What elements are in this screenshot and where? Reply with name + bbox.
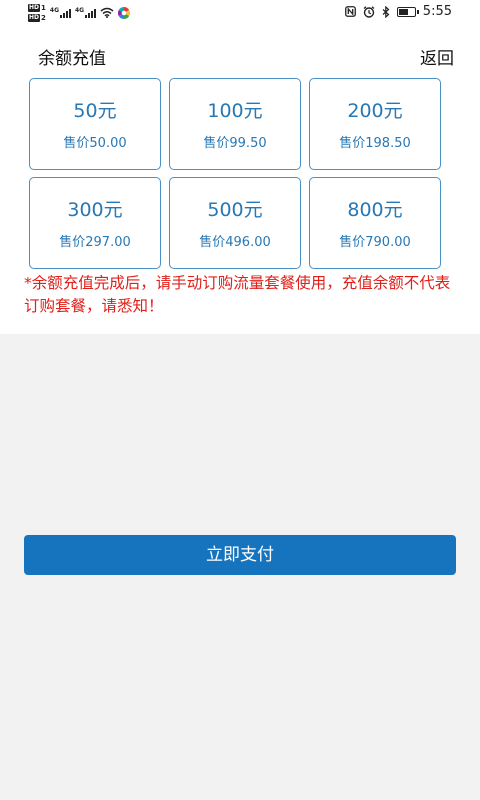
back-button[interactable]: 返回 (420, 44, 454, 69)
sim-number: 1 (41, 3, 46, 12)
pay-now-button[interactable]: 立即支付 (24, 535, 456, 575)
sim-number: 2 (41, 13, 46, 22)
sim-1-indicator: HD 1 (28, 3, 46, 12)
recharge-notice: *余额充值完成后，请手动订购流量套餐使用，充值余额不代表订购套餐，请悉知！ (24, 274, 451, 315)
nfc-icon (344, 6, 356, 17)
hd-badge: HD (28, 13, 41, 22)
option-amount: 50元 (73, 100, 117, 122)
option-amount: 800元 (347, 199, 403, 221)
signal-1-icon: 4G (49, 6, 71, 18)
recharge-option-300[interactable]: 300元 售价297.00 (29, 177, 161, 269)
sim-indicators: HD 1 HD 2 (28, 3, 46, 22)
status-bar-left: HD 1 HD 2 4G 4G (28, 3, 131, 22)
app-header: 余额充值 返回 (0, 40, 480, 70)
hd-badge: HD (28, 3, 41, 12)
battery-level-fill (398, 8, 408, 15)
option-amount: 500元 (207, 199, 263, 221)
option-price: 售价50.00 (63, 136, 127, 151)
recharge-option-500[interactable]: 500元 售价496.00 (169, 177, 301, 269)
option-amount: 200元 (347, 100, 403, 122)
network-type-label: 4G (75, 6, 85, 14)
signal-2-icon: 4G (75, 6, 97, 18)
option-amount: 300元 (67, 199, 123, 221)
bluetooth-icon (382, 5, 390, 18)
option-price: 售价297.00 (59, 235, 131, 250)
status-bar-right: 5:55 (344, 4, 452, 19)
network-type-label: 4G (49, 6, 59, 14)
option-amount: 100元 (207, 100, 263, 122)
top-panel: HD 1 HD 2 4G 4G 5:55 余额充值 返回 50元 售价50.00… (0, 0, 480, 334)
recharge-option-200[interactable]: 200元 售价198.50 (309, 78, 441, 170)
app-notification-icon (118, 6, 131, 19)
option-price: 售价496.00 (199, 235, 271, 250)
clock-time: 5:55 (422, 4, 452, 19)
battery-icon (396, 6, 419, 17)
option-price: 售价99.50 (203, 136, 267, 151)
page-title: 余额充值 (38, 49, 106, 69)
option-price: 售价198.50 (339, 136, 411, 151)
alarm-icon (363, 5, 375, 18)
status-bar: HD 1 HD 2 4G 4G 5:55 (0, 0, 480, 26)
wifi-icon (100, 7, 114, 18)
recharge-option-50[interactable]: 50元 售价50.00 (29, 78, 161, 170)
sim-2-indicator: HD 2 (28, 13, 46, 22)
recharge-option-100[interactable]: 100元 售价99.50 (169, 78, 301, 170)
recharge-option-800[interactable]: 800元 售价790.00 (309, 177, 441, 269)
option-price: 售价790.00 (339, 235, 411, 250)
